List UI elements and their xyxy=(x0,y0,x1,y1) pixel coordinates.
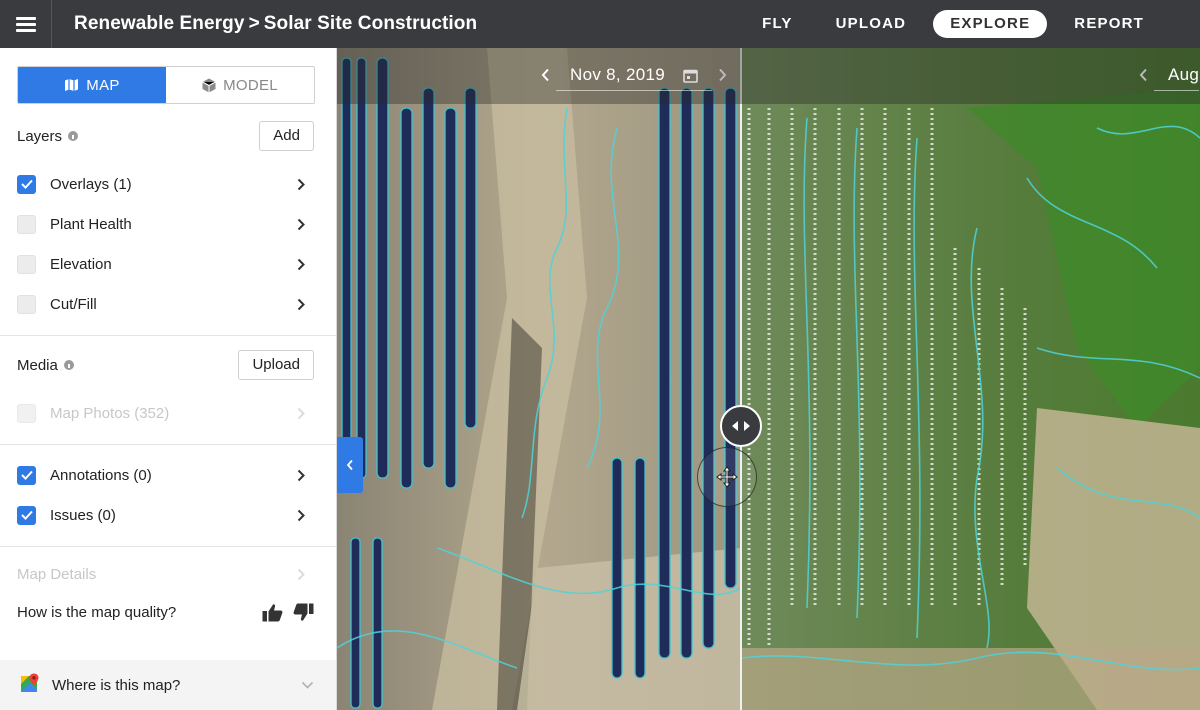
map-quality-feedback: How is the map quality? xyxy=(17,603,314,622)
annotations-checkbox[interactable] xyxy=(17,465,36,485)
nav-fly[interactable]: FLY xyxy=(746,10,809,38)
media-title: Media xyxy=(17,356,58,374)
hamburger-icon xyxy=(15,22,36,26)
where-is-this-map-label: Where is this map? xyxy=(52,676,181,694)
info-icon[interactable] xyxy=(63,360,74,370)
issues-label: Issues (0) xyxy=(50,506,116,524)
layer-issues[interactable]: Issues (0) xyxy=(17,503,313,527)
issues-checkbox[interactable] xyxy=(17,505,36,525)
left-date-selector: Nov 8, 2019 xyxy=(535,58,733,92)
move-cursor-icon xyxy=(716,466,738,488)
previous-date-icon[interactable] xyxy=(1133,68,1154,82)
divider xyxy=(0,444,336,445)
layer-plant-health[interactable]: Plant Health xyxy=(17,212,313,236)
chevron-right-icon[interactable] xyxy=(294,217,308,231)
next-date-icon[interactable] xyxy=(712,68,733,82)
main-nav: FLY UPLOAD EXPLORE REPORT xyxy=(735,0,1160,48)
google-maps-icon xyxy=(20,673,40,698)
add-layer-button[interactable]: Add xyxy=(259,121,314,151)
media-map-photos: Map Photos (352) xyxy=(17,401,313,425)
thumbs-up-icon[interactable] xyxy=(262,603,283,622)
model-view-button[interactable]: MODEL xyxy=(166,67,314,103)
left-date-field[interactable]: Nov 8, 2019 xyxy=(556,65,712,91)
layers-header: Layers Add xyxy=(17,121,314,151)
map-icon xyxy=(64,78,79,92)
media-header: Media Upload xyxy=(17,350,314,380)
divider xyxy=(0,546,336,547)
right-date-field[interactable]: Aug xyxy=(1154,65,1200,91)
map-quality-question: How is the map quality? xyxy=(17,604,177,621)
layer-annotations[interactable]: Annotations (0) xyxy=(17,463,313,487)
map-photos-checkbox xyxy=(17,403,36,423)
upload-media-button[interactable]: Upload xyxy=(238,350,314,380)
nav-upload[interactable]: UPLOAD xyxy=(820,10,923,38)
hamburger-menu-button[interactable] xyxy=(0,0,52,48)
map-view-button[interactable]: MAP xyxy=(18,67,166,103)
calendar-icon[interactable] xyxy=(683,68,698,83)
map-view-label: MAP xyxy=(86,76,120,94)
top-bar: Renewable Energy > Solar Site Constructi… xyxy=(0,0,1200,48)
sidebar: MAP MODEL Layers Add Overlays (1) Plant … xyxy=(0,48,337,710)
map-details-row: Map Details xyxy=(17,562,313,586)
view-toggle: MAP MODEL xyxy=(17,66,315,104)
right-date-selector: Aug xyxy=(1133,58,1200,92)
aerial-imagery xyxy=(337,48,1200,710)
layers-title: Layers xyxy=(17,127,63,145)
nav-explore[interactable]: EXPLORE xyxy=(933,10,1048,38)
chevron-right-icon xyxy=(294,567,308,581)
chevron-down-icon xyxy=(301,676,314,694)
chevron-right-icon[interactable] xyxy=(294,508,308,522)
chevron-left-icon xyxy=(346,459,353,471)
map-canvas[interactable]: Nov 8, 2019 Aug xyxy=(337,48,1200,710)
divider xyxy=(0,335,336,336)
elevation-checkbox[interactable] xyxy=(17,254,36,274)
layer-elevation-label: Elevation xyxy=(50,255,112,273)
chevron-right-icon[interactable] xyxy=(294,177,308,191)
layer-plant-health-label: Plant Health xyxy=(50,215,132,233)
layer-overlays[interactable]: Overlays (1) xyxy=(17,172,313,196)
model-view-label: MODEL xyxy=(223,76,278,94)
where-is-this-map[interactable]: Where is this map? xyxy=(0,660,336,710)
chevron-right-icon[interactable] xyxy=(294,257,308,271)
breadcrumb-separator: > xyxy=(248,13,260,34)
chevron-right-icon[interactable] xyxy=(294,297,308,311)
thumbs-down-icon[interactable] xyxy=(293,603,314,622)
annotations-label: Annotations (0) xyxy=(50,466,152,484)
map-details-label: Map Details xyxy=(17,565,97,583)
chevron-right-icon xyxy=(294,406,308,420)
info-icon[interactable] xyxy=(68,131,79,141)
layer-overlays-label: Overlays (1) xyxy=(50,175,132,193)
cube-icon xyxy=(202,78,216,93)
layer-cut-fill-label: Cut/Fill xyxy=(50,295,97,313)
breadcrumb-project[interactable]: Renewable Energy xyxy=(74,13,245,35)
overlays-checkbox[interactable] xyxy=(17,174,36,194)
cut-fill-checkbox[interactable] xyxy=(17,294,36,314)
layer-elevation[interactable]: Elevation xyxy=(17,252,313,276)
previous-date-icon[interactable] xyxy=(535,68,556,82)
left-date-label: Nov 8, 2019 xyxy=(570,65,665,84)
swipe-handle[interactable] xyxy=(720,405,762,447)
right-date-label: Aug xyxy=(1168,65,1200,84)
plant-health-checkbox[interactable] xyxy=(17,214,36,234)
swipe-handle-icon xyxy=(732,421,750,431)
nav-report[interactable]: REPORT xyxy=(1058,10,1160,38)
date-bar xyxy=(337,48,1200,104)
chevron-right-icon[interactable] xyxy=(294,468,308,482)
layer-cut-fill[interactable]: Cut/Fill xyxy=(17,292,313,316)
collapse-sidebar-button[interactable] xyxy=(337,437,363,493)
drag-cursor xyxy=(697,447,757,507)
breadcrumb: Renewable Energy > Solar Site Constructi… xyxy=(74,13,477,35)
breadcrumb-site: Solar Site Construction xyxy=(263,13,478,34)
map-photos-label: Map Photos (352) xyxy=(50,404,170,422)
